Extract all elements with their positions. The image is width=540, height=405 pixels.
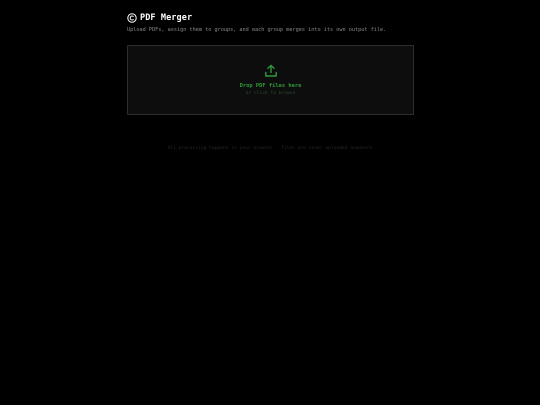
page-subtitle: Upload PDFs, assign them to groups, and … <box>127 27 387 33</box>
dropzone-label: Drop PDF files here <box>239 83 302 89</box>
copyright-logo-icon <box>127 13 137 23</box>
app-container: PDF Merger Upload PDFs, assign them to g… <box>127 11 414 115</box>
pdf-dropzone[interactable]: Drop PDF files here or click to browse <box>127 45 414 115</box>
privacy-note: All processing happens in your browser ·… <box>167 146 373 151</box>
page-title: PDF Merger <box>140 13 193 23</box>
upload-icon <box>264 64 278 78</box>
dropzone-sublabel: or click to browse <box>245 91 296 96</box>
header: PDF Merger <box>127 11 414 25</box>
